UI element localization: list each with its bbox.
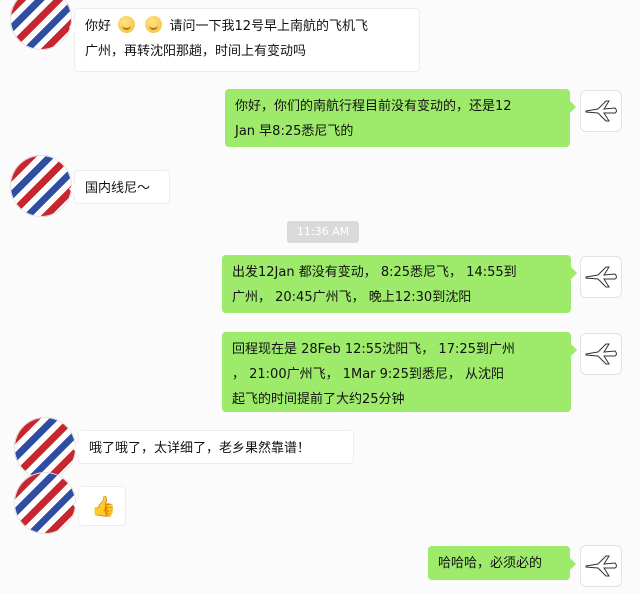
- airplane-icon: [585, 266, 617, 288]
- message-bubble-incoming: 哦了哦了，太详细了，老乡果然靠谱！: [73, 430, 354, 464]
- message-line: 你好，你们的南航行程目前没有变动的，还是12: [235, 99, 512, 114]
- message-line: Jan 早8:25悉尼飞的: [235, 124, 354, 139]
- message-line: 广州， 20:45广州飞， 晚上12:30到沈阳: [232, 290, 472, 305]
- airplane-icon: [585, 343, 617, 365]
- airplane-icon: [585, 100, 617, 122]
- message-bubble-incoming: 👍: [73, 486, 126, 526]
- contact-avatar[interactable]: [10, 0, 72, 50]
- self-avatar[interactable]: [580, 333, 622, 375]
- timestamp-divider: 11:36 AM: [287, 221, 359, 243]
- message-line: 回程现在是 28Feb 12:55沈阳飞， 17:25到广州: [232, 342, 515, 357]
- thumbs-up-emoji-icon: 👍: [91, 494, 116, 518]
- smile-emoji-icon: [145, 16, 163, 33]
- smile-emoji-icon: [118, 16, 136, 33]
- message-line: 广州，再转沈阳那趟，时间上有变动吗: [85, 44, 307, 59]
- message-bubble-incoming: 国内线尼～: [69, 170, 170, 204]
- message-bubble-outgoing: 你好，你们的南航行程目前没有变动的，还是12 Jan 早8:25悉尼飞的: [225, 89, 576, 147]
- message-bubble-outgoing: 哈哈哈，必须必的: [428, 546, 576, 580]
- message-bubble-outgoing: 回程现在是 28Feb 12:55沈阳飞， 17:25到广州 ， 21:00广州…: [222, 332, 577, 412]
- self-avatar[interactable]: [580, 545, 622, 587]
- message-bubble-outgoing: 出发12Jan 都没有变动， 8:25悉尼飞， 14:55到 广州， 20:45…: [222, 255, 577, 313]
- message-line: 国内线尼～: [85, 181, 151, 196]
- message-line: 哈哈哈，必须必的: [438, 556, 543, 571]
- contact-avatar[interactable]: [14, 472, 76, 534]
- message-line: 哦了哦了，太详细了，老乡果然靠谱！: [89, 441, 311, 456]
- message-bubble-incoming: 你好 请问一下我12号早上南航的飞机飞 广州，再转沈阳那趟，时间上有变动吗: [69, 8, 420, 72]
- self-avatar[interactable]: [580, 90, 622, 132]
- airplane-icon: [585, 555, 617, 577]
- contact-avatar[interactable]: [14, 417, 76, 479]
- self-avatar[interactable]: [580, 256, 622, 298]
- message-line: 出发12Jan 都没有变动， 8:25悉尼飞， 14:55到: [232, 265, 517, 280]
- message-line: ， 21:00广州飞， 1Mar 9:25到悉尼， 从沈阳: [232, 367, 504, 382]
- contact-avatar[interactable]: [10, 155, 72, 217]
- chat-window: 你好 请问一下我12号早上南航的飞机飞 广州，再转沈阳那趟，时间上有变动吗 你好…: [0, 0, 640, 594]
- message-line: 你好 请问一下我12号早上南航的飞机飞: [85, 14, 409, 39]
- message-line: 起飞的时间提前了大约25分钟: [232, 392, 405, 407]
